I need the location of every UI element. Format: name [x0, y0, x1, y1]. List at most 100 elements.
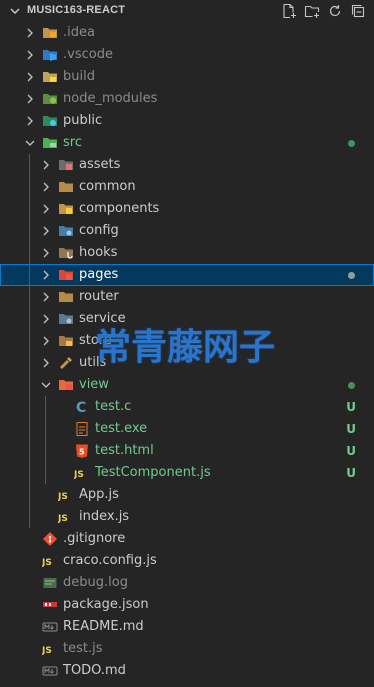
chevron-right-icon[interactable] — [24, 115, 36, 127]
tree-row-label: assets — [79, 157, 121, 172]
npm-file-icon — [42, 597, 58, 613]
tree-row-src-folder[interactable]: src — [0, 132, 374, 154]
tree-row-label: test.c — [95, 399, 132, 414]
markdown-file-icon — [42, 663, 58, 679]
build-folder-icon — [42, 69, 58, 85]
tree-row-test-html-file[interactable]: 5 test.html U — [0, 440, 374, 462]
chevron-down-icon[interactable] — [40, 379, 52, 391]
js-file-icon: JS — [41, 553, 58, 569]
store-folder-icon — [58, 333, 74, 349]
git-status-badge: U — [346, 422, 356, 436]
markdown-file-icon — [42, 619, 58, 635]
chevron-right-icon[interactable] — [24, 49, 36, 61]
collapse-all-icon[interactable] — [350, 3, 366, 19]
chevron-right-icon[interactable] — [40, 357, 52, 369]
chevron-right-icon[interactable] — [24, 71, 36, 83]
svg-text:JS: JS — [58, 492, 68, 502]
service-folder-icon — [58, 311, 74, 327]
tree-row-label: package.json — [63, 597, 149, 612]
explorer-title[interactable]: MUSIC163-REACT — [27, 4, 125, 16]
tree-row-label: debug.log — [63, 575, 128, 590]
svg-text:C: C — [76, 400, 86, 415]
tree-row-test-js-file[interactable]: JS test.js — [0, 638, 374, 660]
refresh-icon[interactable] — [327, 3, 343, 19]
idea-folder-icon — [42, 25, 58, 41]
tree-row-craco-config-file[interactable]: JS craco.config.js — [0, 550, 374, 572]
tree-row-app-js-file[interactable]: JS App.js — [0, 484, 374, 506]
tree-row-test-c-file[interactable]: Ctest.c U — [0, 396, 374, 418]
tree-row-label: config — [79, 223, 119, 238]
assets-folder-icon — [58, 157, 74, 173]
tree-row-label: test.js — [63, 641, 103, 656]
tree-row-label: common — [79, 179, 136, 194]
config-folder-icon — [58, 223, 74, 239]
svg-text:5: 5 — [79, 448, 85, 457]
chevron-down-icon[interactable] — [24, 137, 36, 149]
tree-row-assets-folder[interactable]: assets — [0, 154, 374, 176]
tree-row-config-folder[interactable]: config — [0, 220, 374, 242]
tree-row-debug-log-file[interactable]: debug.log — [0, 572, 374, 594]
js-file-icon: JS — [73, 465, 90, 481]
tree-row-label: App.js — [79, 487, 119, 502]
tree-row-build-folder[interactable]: build — [0, 66, 374, 88]
tree-row-node-modules-folder[interactable]: node_modules — [0, 88, 374, 110]
tree-row-label: view — [79, 377, 109, 392]
tree-row-package-json-file[interactable]: package.json — [0, 594, 374, 616]
tree-row-testcomponent-js-file[interactable]: JS TestComponent.js U — [0, 462, 374, 484]
tree-row-label: pages — [79, 267, 119, 282]
js-file-icon: JS — [57, 487, 74, 503]
chevron-right-icon[interactable] — [40, 269, 52, 281]
tree-row-readme-file[interactable]: README.md — [0, 616, 374, 638]
tree-row-test-exe-file[interactable]: test.exe U — [0, 418, 374, 440]
tree-row-label: .idea — [63, 25, 95, 40]
git-status-badge: U — [346, 466, 356, 480]
new-folder-icon[interactable] — [304, 3, 320, 19]
tree-row-router-folder[interactable]: router — [0, 286, 374, 308]
explorer-actions — [281, 3, 366, 19]
tree-row-label: components — [79, 201, 160, 216]
tree-row-index-js-file[interactable]: JS index.js — [0, 506, 374, 528]
log-file-icon — [42, 575, 58, 591]
svg-text:JS: JS — [42, 646, 52, 656]
html-file-icon: 5 — [74, 443, 90, 459]
tree-row-gitignore-file[interactable]: .gitignore — [0, 528, 374, 550]
tree-row-view-folder[interactable]: view — [0, 374, 374, 396]
tree-row-label: TODO.md — [63, 663, 126, 678]
tree-row-pages-folder[interactable]: pages — [0, 264, 374, 286]
tree-row-components-folder[interactable]: components — [0, 198, 374, 220]
chevron-right-icon[interactable] — [40, 225, 52, 237]
tree-row-label: router — [79, 289, 119, 304]
tree-row-label: test.html — [95, 443, 154, 458]
tree-row-vscode-folder[interactable]: .vscode — [0, 44, 374, 66]
tree-row-label: TestComponent.js — [95, 465, 211, 480]
pages-folder-icon — [58, 267, 74, 283]
chevron-right-icon[interactable] — [40, 203, 52, 215]
chevron-right-icon[interactable] — [40, 181, 52, 193]
chevron-right-icon[interactable] — [40, 335, 52, 347]
svg-text:JS: JS — [74, 470, 84, 480]
hooks-folder-icon — [58, 245, 74, 261]
chevron-right-icon[interactable] — [24, 27, 36, 39]
git-status-badge: U — [346, 444, 356, 458]
tree-row-todo-file[interactable]: TODO.md — [0, 660, 374, 682]
tree-row-idea-folder[interactable]: .idea — [0, 22, 374, 44]
chevron-down-icon[interactable] — [9, 5, 21, 17]
tree-row-label: build — [63, 69, 95, 84]
chevron-right-icon[interactable] — [24, 93, 36, 105]
tree-row-label: .vscode — [63, 47, 113, 62]
chevron-right-icon[interactable] — [40, 313, 52, 325]
tree-row-label: index.js — [79, 509, 130, 524]
view-folder-icon — [58, 377, 74, 393]
tree-row-hooks-folder[interactable]: hooks — [0, 242, 374, 264]
tree-row-label: src — [63, 135, 82, 150]
tree-row-public-folder[interactable]: public — [0, 110, 374, 132]
tree-row-common-folder[interactable]: common — [0, 176, 374, 198]
vscode-folder-icon — [42, 47, 58, 63]
new-file-icon[interactable] — [281, 3, 297, 19]
chevron-right-icon[interactable] — [40, 291, 52, 303]
src-folder-icon — [42, 135, 58, 151]
indent-guide — [29, 154, 30, 528]
tree-row-label: hooks — [79, 245, 118, 260]
chevron-right-icon[interactable] — [40, 159, 52, 171]
chevron-right-icon[interactable] — [40, 247, 52, 259]
